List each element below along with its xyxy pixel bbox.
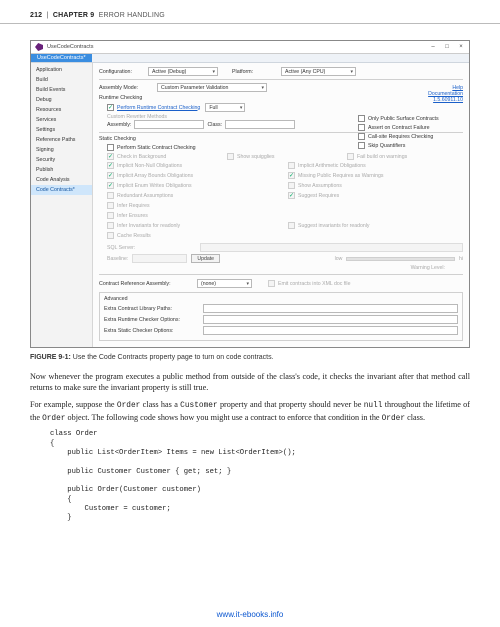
vs-logo-icon xyxy=(35,43,43,51)
sidebar-item-security[interactable]: Security xyxy=(31,155,92,165)
contract-ref-combo[interactable]: (none) xyxy=(197,279,252,288)
runtime-level-combo[interactable]: Full xyxy=(205,103,245,112)
check-in-background-checkbox xyxy=(107,153,114,160)
sidebar-item-resources[interactable]: Resources xyxy=(31,105,92,115)
close-button[interactable]: × xyxy=(457,44,465,50)
extra-lib-label: Extra Contract Library Paths: xyxy=(104,306,199,312)
implicit-enum-checkbox xyxy=(107,182,114,189)
sql-server-input xyxy=(200,243,463,252)
baseline-input xyxy=(132,254,187,263)
emit-xml-checkbox xyxy=(268,280,275,287)
implicit-arithmetic-checkbox xyxy=(288,162,295,169)
sidebar-item-debug[interactable]: Debug xyxy=(31,95,92,105)
figure-caption: FIGURE 9-1: Use the Code Contracts prope… xyxy=(30,354,470,361)
titlebar: UseCodeContracts – □ × xyxy=(31,41,469,54)
sidebar-item-publish[interactable]: Publish xyxy=(31,165,92,175)
redundant-assumptions-checkbox xyxy=(107,192,114,199)
figure-caption-label: FIGURE 9-1: xyxy=(30,354,71,361)
footer-link[interactable]: www.it-ebooks.info xyxy=(0,610,500,619)
rewriter-assembly-input[interactable] xyxy=(134,120,204,129)
rewriter-class-label: Class: xyxy=(207,122,222,128)
assembly-mode-combo[interactable]: Custom Parameter Validation xyxy=(157,83,267,92)
skip-quantifiers-checkbox[interactable] xyxy=(358,142,365,149)
extra-runtime-label: Extra Runtime Checker Options: xyxy=(104,317,199,323)
suggest-requires-checkbox xyxy=(288,192,295,199)
platform-label: Platform: xyxy=(232,69,277,75)
sidebar-item-build-events[interactable]: Build Events xyxy=(31,85,92,95)
assembly-mode-label: Assembly Mode: xyxy=(99,85,154,91)
warning-level-label: Warning Level: xyxy=(411,265,445,271)
properties-sidebar: Application Build Build Events Debug Res… xyxy=(31,63,93,347)
figure-caption-text: Use the Code Contracts property page to … xyxy=(73,354,274,361)
sidebar-item-code-analysis[interactable]: Code Analysis xyxy=(31,175,92,185)
perform-runtime-checkbox[interactable] xyxy=(107,104,114,111)
tabstrip: UseCodeContracts* xyxy=(31,54,469,63)
perform-static-checkbox[interactable] xyxy=(107,144,114,151)
assert-on-failure-checkbox[interactable] xyxy=(358,124,365,131)
rewriter-assembly-label: Assembly: xyxy=(107,122,131,128)
advanced-label: Advanced xyxy=(104,296,458,302)
rewriter-class-input[interactable] xyxy=(225,120,295,129)
help-links: Help Documentation 1.5.60911.10 xyxy=(428,85,463,104)
infer-invariants-checkbox xyxy=(107,222,114,229)
sql-server-label: SQL Server: xyxy=(107,245,197,251)
version-link[interactable]: 1.5.60911.10 xyxy=(428,97,463,103)
extra-runtime-input[interactable] xyxy=(203,315,458,324)
sidebar-item-services[interactable]: Services xyxy=(31,115,92,125)
infer-requires-checkbox xyxy=(107,202,114,209)
implicit-nonnull-checkbox xyxy=(107,162,114,169)
extra-static-label: Extra Static Checker Options: xyxy=(104,328,199,334)
sidebar-item-code-contracts[interactable]: Code Contracts* xyxy=(31,185,92,195)
page-header: 212 | CHAPTER 9 ERROR HANDLING xyxy=(0,0,500,24)
chapter-title: ERROR HANDLING xyxy=(99,12,165,19)
sidebar-item-settings[interactable]: Settings xyxy=(31,125,92,135)
sidebar-item-build[interactable]: Build xyxy=(31,75,92,85)
platform-combo[interactable]: Active (Any CPU) xyxy=(281,67,356,76)
fail-build-checkbox xyxy=(347,153,354,160)
extra-lib-input[interactable] xyxy=(203,304,458,313)
missing-requires-checkbox xyxy=(288,172,295,179)
tab-usecodecontracts[interactable]: UseCodeContracts* xyxy=(31,54,92,62)
show-squigglies-checkbox xyxy=(227,153,234,160)
only-public-surface-checkbox[interactable] xyxy=(358,115,365,122)
chapter-label: CHAPTER 9 xyxy=(53,12,94,19)
sidebar-item-application[interactable]: Application xyxy=(31,65,92,75)
properties-main: Configuration: Active (Debug) Platform: … xyxy=(93,63,469,347)
configuration-label: Configuration: xyxy=(99,69,144,75)
warning-level-slider[interactable] xyxy=(346,257,455,261)
page-number: 212 xyxy=(30,12,42,19)
cache-results-checkbox xyxy=(107,232,114,239)
minimize-button[interactable]: – xyxy=(429,44,437,50)
update-button[interactable]: Update xyxy=(191,254,220,263)
implicit-array-checkbox xyxy=(107,172,114,179)
maximize-button[interactable]: □ xyxy=(443,44,451,50)
extra-static-input[interactable] xyxy=(203,326,458,335)
perform-static-label: Perform Static Contract Checking xyxy=(117,145,196,151)
body-paragraph-2: For example, suppose the Order class has… xyxy=(30,399,470,424)
runtime-checking-title: Runtime Checking xyxy=(99,95,463,101)
baseline-label: Baseline: xyxy=(107,256,128,262)
suggest-invariants-checkbox xyxy=(288,222,295,229)
window-title: UseCodeContracts xyxy=(47,44,429,50)
sidebar-item-signing[interactable]: Signing xyxy=(31,145,92,155)
contract-ref-label: Contract Reference Assembly: xyxy=(99,281,194,287)
figure-window: UseCodeContracts – □ × UseCodeContracts*… xyxy=(30,40,470,348)
configuration-combo[interactable]: Active (Debug) xyxy=(148,67,218,76)
emit-xml-label: Emit contracts into XML doc file xyxy=(278,281,350,287)
infer-ensures-checkbox xyxy=(107,212,114,219)
show-assumptions-checkbox xyxy=(288,182,295,189)
code-listing: class Order { public List<OrderItem> Ite… xyxy=(50,430,470,524)
advanced-group: Advanced Extra Contract Library Paths: E… xyxy=(99,292,463,341)
vs-window: UseCodeContracts – □ × UseCodeContracts*… xyxy=(31,41,469,347)
callsite-requires-checkbox[interactable] xyxy=(358,133,365,140)
body-paragraph-1: Now whenever the program executes a publ… xyxy=(30,371,470,393)
sidebar-item-reference-paths[interactable]: Reference Paths xyxy=(31,135,92,145)
perform-runtime-label: Perform Runtime Contract Checking xyxy=(117,105,200,111)
